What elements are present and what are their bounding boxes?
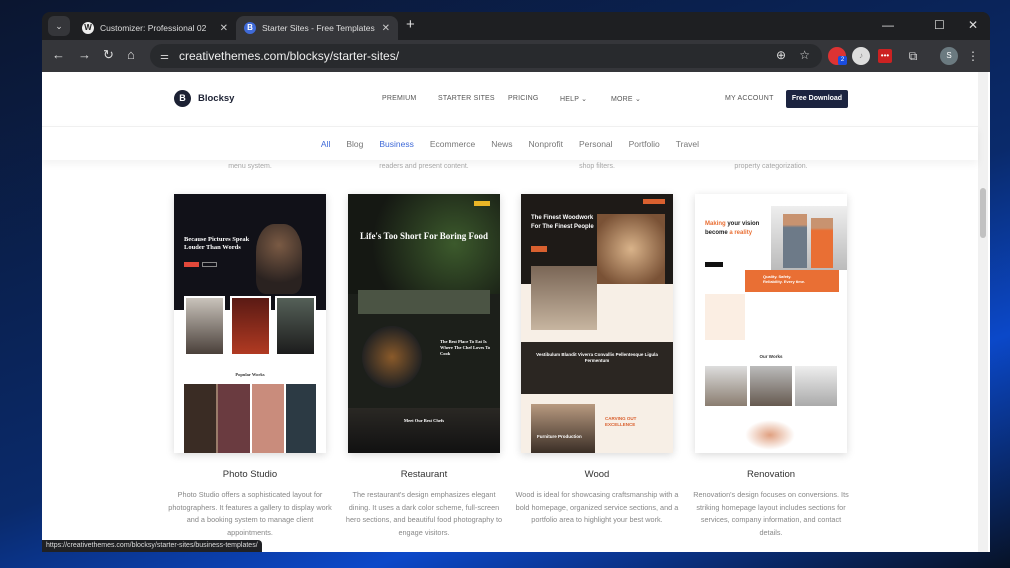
filter-portfolio[interactable]: Portfolio (629, 139, 660, 149)
category-filter-bar: All Blog Business Ecommerce News Nonprof… (42, 126, 978, 160)
nav-starter-sites[interactable]: STARTER SITES (438, 95, 495, 102)
page-scrollbar[interactable] (978, 72, 988, 552)
chevron-down-icon: ⌄ (581, 96, 588, 103)
nav-label: MORE (611, 96, 633, 103)
nav-help[interactable]: HELP ⌄ (560, 95, 587, 103)
extensions-puzzle-icon[interactable]: ⧉ (904, 47, 922, 65)
filter-business[interactable]: Business (379, 139, 414, 149)
preview-section-title: The Best Place To Eat Is Where The Chef … (440, 339, 491, 356)
close-tab-icon[interactable]: ✕ (220, 23, 228, 34)
template-card-restaurant[interactable]: Life's Too Short For Boring Food The Bes… (346, 194, 502, 539)
menu-kebab-icon[interactable]: ⋮ (964, 47, 982, 65)
status-bar-url: https://creativethemes.com/blocksy/start… (42, 540, 262, 552)
preview-headline: The Finest Woodwork For The Finest Peopl… (531, 215, 594, 230)
scrollbar-thumb[interactable] (980, 188, 986, 238)
preview-headline-accent: Making (705, 221, 726, 227)
home-icon[interactable]: ⌂ (127, 47, 135, 62)
tab-search-button[interactable]: ⌄ (48, 16, 70, 36)
reload-icon[interactable]: ↻ (103, 47, 114, 63)
extension-badge: 2 (838, 56, 847, 65)
my-account-link[interactable]: MY ACCOUNT (725, 95, 774, 102)
close-window-button[interactable]: ✕ (968, 18, 978, 32)
tab-title: Customizer: Professional 02 (100, 23, 207, 33)
previous-card-desc: property categorization. (734, 163, 808, 170)
brand-name: Blocksy (198, 93, 235, 104)
tab-bar: ⌄ W Customizer: Professional 02 ✕ B Star… (42, 12, 990, 40)
nav-premium[interactable]: PREMIUM (382, 95, 416, 102)
nav-label: HELP (560, 96, 579, 103)
card-title[interactable]: Restaurant (348, 469, 500, 480)
nav-more[interactable]: MORE ⌄ (611, 95, 641, 103)
preview-footer-subtitle: CARVING OUT EXCELLENCE (605, 416, 637, 427)
template-preview[interactable]: Because Pictures Speak Louder Than Words… (174, 194, 326, 453)
minimize-button[interactable]: — (882, 18, 894, 32)
blocksy-logo-icon: B (174, 90, 191, 107)
profile-avatar[interactable]: S (940, 47, 958, 65)
chevron-down-icon: ⌄ (634, 96, 642, 103)
template-card-photo-studio[interactable]: Because Pictures Speak Louder Than Words… (168, 194, 332, 539)
card-description: Wood is ideal for showcasing craftsmansh… (515, 490, 679, 524)
preview-headline: Life's Too Short For Boring Food (359, 231, 489, 241)
filter-blog[interactable]: Blog (346, 139, 363, 149)
template-card-wood[interactable]: The Finest Woodwork For The Finest Peopl… (516, 194, 678, 527)
filter-all[interactable]: All (321, 139, 330, 149)
music-extension-icon[interactable]: ♪ (852, 47, 870, 65)
site-logo[interactable]: B Blocksy (174, 90, 234, 107)
web-page: B Blocksy PREMIUM STARTER SITES PRICING H… (42, 72, 990, 552)
browser-toolbar: ← → ↻ ⌂ ⚌ creativethemes.com/blocksy/sta… (42, 40, 990, 72)
card-description: The restaurant's design emphasizes elega… (345, 490, 503, 537)
free-download-button[interactable]: Free Download (786, 90, 848, 108)
nav-pricing[interactable]: PRICING (508, 95, 539, 102)
bookmark-star-icon[interactable]: ☆ (799, 48, 810, 62)
template-preview[interactable]: Making your vision become a reality Qual… (695, 194, 847, 453)
preview-footer-title: Furniture Production (537, 434, 582, 439)
new-tab-button[interactable]: + (406, 16, 415, 33)
blocksy-icon: B (244, 22, 256, 34)
extension-red-icon[interactable]: ••• (878, 49, 892, 63)
preview-section-title: Our Works (759, 354, 783, 359)
preview-footer-title: Meet Our Best Chefs (403, 418, 445, 423)
template-card-renovation[interactable]: Making your vision become a reality Qual… (693, 194, 849, 539)
previous-card-desc: menu system. (228, 163, 272, 170)
previous-card-desc: shop filters. (579, 163, 615, 170)
wordpress-icon: W (82, 22, 94, 34)
previous-card-desc: readers and present content. (379, 163, 469, 170)
filter-ecommerce[interactable]: Ecommerce (430, 139, 475, 149)
template-preview[interactable]: The Finest Woodwork For The Finest Peopl… (521, 194, 673, 453)
filter-travel[interactable]: Travel (676, 139, 699, 149)
preview-headline-accent: a reality (729, 230, 753, 236)
maximize-button[interactable]: ☐ (934, 18, 945, 32)
tab-customizer[interactable]: W Customizer: Professional 02 ✕ (74, 16, 236, 40)
filter-personal[interactable]: Personal (579, 139, 613, 149)
card-title[interactable]: Photo Studio (174, 469, 326, 480)
card-description: Photo Studio offers a sophisticated layo… (168, 490, 332, 537)
filter-nonprofit[interactable]: Nonprofit (529, 139, 564, 149)
site-settings-icon[interactable]: ⚌ (160, 51, 169, 62)
tab-title: Starter Sites - Free Templates for Wo (262, 23, 376, 33)
close-tab-icon[interactable]: ✕ (382, 23, 390, 34)
preview-section-title: Vestibulum Blandit Viverra Convallis Pel… (536, 352, 658, 363)
forward-icon[interactable]: → (78, 47, 91, 62)
url-text: creativethemes.com/blocksy/starter-sites… (178, 49, 400, 63)
site-header: B Blocksy PREMIUM STARTER SITES PRICING H… (42, 72, 978, 126)
card-title[interactable]: Wood (521, 469, 673, 480)
filter-news[interactable]: News (491, 139, 512, 149)
preview-band-text: Quality. Safety. Reliability. Every time… (763, 274, 806, 284)
zoom-icon[interactable]: ⊕ (776, 48, 786, 62)
back-icon[interactable]: ← (52, 47, 65, 62)
address-bar[interactable]: ⚌ creativethemes.com/blocksy/starter-sit… (150, 44, 822, 68)
template-preview[interactable]: Life's Too Short For Boring Food The Bes… (348, 194, 500, 453)
extension-icon[interactable]: 2 (828, 47, 847, 65)
tab-starter-sites[interactable]: B Starter Sites - Free Templates for Wo … (236, 16, 398, 40)
preview-headline: Because Pictures Speak Louder Than Words (184, 236, 250, 251)
preview-section-title: Popular Works (235, 372, 265, 377)
card-description: Renovation's design focuses on conversio… (693, 490, 849, 537)
card-title[interactable]: Renovation (695, 469, 847, 480)
browser-window: ⌄ W Customizer: Professional 02 ✕ B Star… (42, 12, 990, 552)
